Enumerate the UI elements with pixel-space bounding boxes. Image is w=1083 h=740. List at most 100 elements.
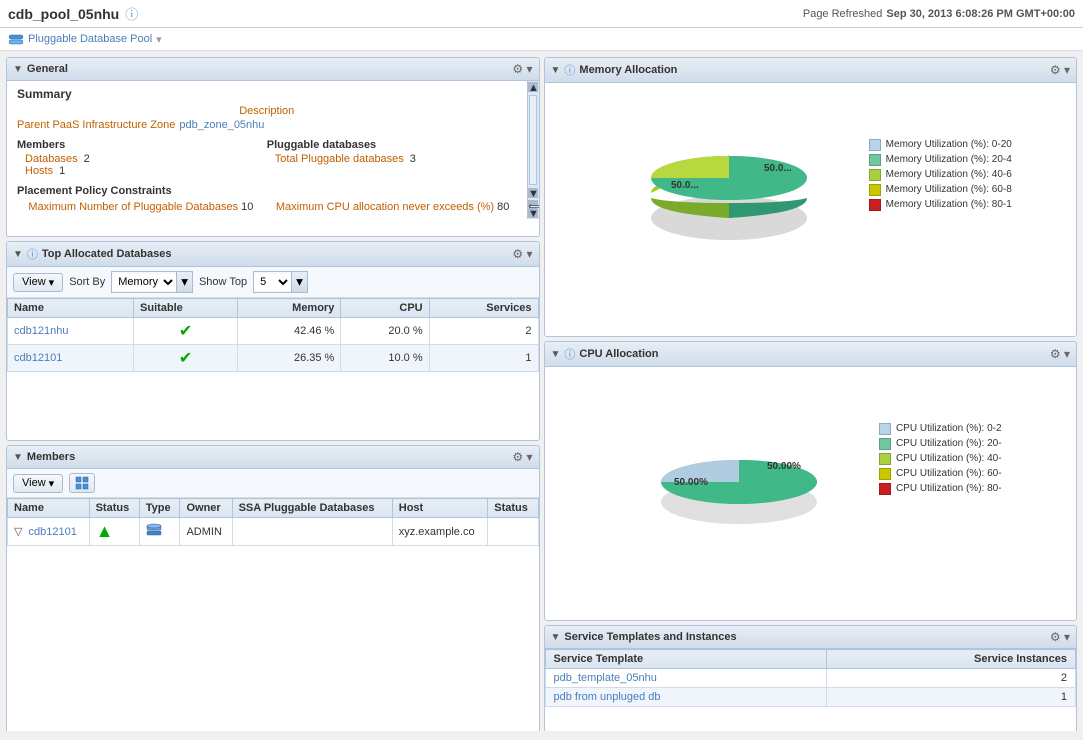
list-item: pdb from unpluged db 1 bbox=[545, 688, 1076, 707]
legend-item-0-20: Memory Utilization (%): 0-20 bbox=[869, 139, 1012, 151]
general-content: Summary Description Parent PaaS Infrastr… bbox=[7, 81, 527, 219]
cpu-allocation-panel: ▼ ⓘ CPU Allocation ⚙ ▾ bbox=[544, 341, 1078, 621]
sort-dropdown-btn[interactable]: ▾ bbox=[176, 272, 192, 292]
general-panel-header[interactable]: ▼ General ⚙ ▾ bbox=[7, 58, 539, 81]
list-item: pdb_template_05nhu 2 bbox=[545, 669, 1076, 688]
pluggable-label: Pluggable databases bbox=[267, 139, 517, 151]
members-col-type: Type bbox=[139, 499, 180, 518]
breadcrumb-row: Pluggable Database Pool ▾ bbox=[0, 28, 1083, 51]
col-name: Name bbox=[8, 299, 134, 318]
cpu-panel-title: CPU Allocation bbox=[579, 348, 658, 360]
cpu-legend-color-1 bbox=[879, 438, 891, 450]
max-cpu-block: Maximum CPU allocation never exceeds (%)… bbox=[269, 201, 517, 213]
cpu-legend-label-2: CPU Utilization (%): 40- bbox=[896, 453, 1002, 464]
legend-color-20-40 bbox=[869, 154, 881, 166]
members-col-status: Status bbox=[89, 499, 139, 518]
title-info-icon[interactable]: ⓘ bbox=[125, 4, 138, 23]
members-panel-header[interactable]: ▼ Members ⚙ ▾ bbox=[7, 446, 539, 469]
databases-label: Databases bbox=[25, 153, 78, 165]
hosts-value: 1 bbox=[59, 165, 65, 177]
service-template-link[interactable]: pdb_template_05nhu bbox=[554, 672, 657, 684]
member-type-cell bbox=[139, 518, 180, 546]
show-top-select[interactable]: 5 10 25 bbox=[254, 274, 291, 290]
members-panel-title: Members bbox=[27, 451, 75, 463]
breadcrumb-link[interactable]: Pluggable Database Pool bbox=[28, 33, 152, 45]
page-header: cdb_pool_05nhu ⓘ Page Refreshed Sep 30, … bbox=[0, 0, 1083, 28]
members-collapse-btn[interactable]: ▼ bbox=[13, 452, 23, 463]
service-templates-panel-header[interactable]: ▼ Service Templates and Instances ⚙ ▾ bbox=[545, 626, 1077, 649]
max-pluggable-block: Maximum Number of Pluggable Databases 10 bbox=[17, 201, 265, 213]
page-title: cdb_pool_05nhu bbox=[8, 6, 119, 22]
constraints-row: Maximum Number of Pluggable Databases 10… bbox=[17, 201, 517, 213]
cpu-gear-btn[interactable]: ⚙ ▾ bbox=[1050, 347, 1070, 361]
table-row: ▽ cdb12101 ▲ bbox=[8, 518, 539, 546]
general-collapse-btn[interactable]: ▼ bbox=[13, 64, 23, 75]
cpu-legend-item-1: CPU Utilization (%): 20- bbox=[879, 438, 1002, 450]
general-gear-btn[interactable]: ⚙ ▾ bbox=[512, 62, 532, 76]
cpu-panel-header[interactable]: ▼ ⓘ CPU Allocation ⚙ ▾ bbox=[545, 342, 1077, 367]
svg-text:50.00%: 50.00% bbox=[767, 461, 801, 472]
top-allocated-panel-header[interactable]: ▼ ⓘ Top Allocated Databases ⚙ ▾ bbox=[7, 242, 539, 267]
show-top-control: 5 10 25 ▾ bbox=[253, 271, 308, 293]
memory-chart-container: 50.0... 50.0... Memory Utilization (%): … bbox=[545, 83, 1077, 266]
cpu-legend-color-0 bbox=[879, 423, 891, 435]
view-btn[interactable]: View ▾ bbox=[13, 273, 63, 292]
service-collapse-btn[interactable]: ▼ bbox=[551, 632, 561, 643]
members-gear-btn[interactable]: ⚙ ▾ bbox=[512, 450, 532, 464]
general-scrollbar[interactable]: ▲ ▼ ⟺ ▼ bbox=[527, 81, 539, 219]
memory-panel-header[interactable]: ▼ ⓘ Memory Allocation ⚙ ▾ bbox=[545, 58, 1077, 83]
view-arrow: ▾ bbox=[49, 276, 55, 289]
service-gear-btn[interactable]: ⚙ ▾ bbox=[1050, 630, 1070, 644]
database-pool-icon bbox=[8, 31, 24, 47]
cpu-collapse-btn[interactable]: ▼ bbox=[551, 349, 561, 360]
memory-panel-title: Memory Allocation bbox=[579, 64, 677, 76]
databases-row: Databases 2 bbox=[17, 153, 267, 165]
db-name-cell: cdb121nhu bbox=[8, 318, 134, 345]
service-templates-panel-title: Service Templates and Instances bbox=[564, 631, 736, 643]
legend-color-40-60 bbox=[869, 169, 881, 181]
svg-text:50.0...: 50.0... bbox=[671, 180, 699, 191]
table-row: cdb12101 ✔ 26.35 % 10.0 % 1 bbox=[8, 345, 539, 372]
members-view-btn[interactable]: View ▾ bbox=[13, 474, 63, 493]
show-top-dropdown-btn[interactable]: ▾ bbox=[291, 272, 307, 292]
db-cpu-cell: 20.0 % bbox=[341, 318, 429, 345]
constraints-section: Placement Policy Constraints Maximum Num… bbox=[17, 185, 517, 213]
db-services-cell: 2 bbox=[429, 318, 538, 345]
members-view-arrow: ▾ bbox=[49, 477, 55, 490]
top-allocated-collapse-btn[interactable]: ▼ bbox=[13, 249, 23, 260]
legend-item-80-100: Memory Utilization (%): 80-1 bbox=[869, 199, 1012, 211]
total-pluggable-value: 3 bbox=[410, 153, 416, 165]
legend-label-0-20: Memory Utilization (%): 0-20 bbox=[886, 139, 1012, 150]
db-cpu-cell: 10.0 % bbox=[341, 345, 429, 372]
db-name-link[interactable]: cdb121nhu bbox=[14, 325, 68, 337]
description-link[interactable]: Description bbox=[17, 105, 517, 117]
member-status-cell: ▲ bbox=[89, 518, 139, 546]
memory-gear-btn[interactable]: ⚙ ▾ bbox=[1050, 63, 1070, 77]
legend-label-60-80: Memory Utilization (%): 60-8 bbox=[886, 184, 1012, 195]
service-template-link[interactable]: pdb from unpluged db bbox=[554, 691, 661, 703]
parent-zone-link[interactable]: pdb_zone_05nhu bbox=[179, 119, 264, 131]
cpu-legend-label-3: CPU Utilization (%): 60- bbox=[896, 468, 1002, 479]
members-col-owner: Owner bbox=[180, 499, 232, 518]
top-allocated-gear-btn[interactable]: ⚙ ▾ bbox=[512, 247, 532, 261]
member-owner-cell: ADMIN bbox=[180, 518, 232, 546]
top-allocated-info-icon: ⓘ bbox=[27, 246, 38, 262]
service-templates-panel: ▼ Service Templates and Instances ⚙ ▾ Se… bbox=[544, 625, 1078, 731]
member-name-link[interactable]: cdb12101 bbox=[29, 526, 77, 538]
col-services: Services bbox=[429, 299, 538, 318]
memory-collapse-btn[interactable]: ▼ bbox=[551, 65, 561, 76]
show-top-label: Show Top bbox=[199, 276, 247, 288]
db-name-link[interactable]: cdb12101 bbox=[14, 352, 62, 364]
members-grid-btn[interactable] bbox=[69, 473, 95, 493]
svg-text:50.0...: 50.0... bbox=[764, 163, 792, 174]
top-allocated-panel-title: Top Allocated Databases bbox=[42, 248, 172, 260]
member-host-cell: xyz.example.co bbox=[392, 518, 488, 546]
sort-by-select[interactable]: Memory CPU bbox=[112, 274, 176, 290]
hosts-label: Hosts bbox=[25, 165, 53, 177]
cpu-legend-item-4: CPU Utilization (%): 80- bbox=[879, 483, 1002, 495]
db-memory-cell: 26.35 % bbox=[238, 345, 341, 372]
cpu-legend-color-3 bbox=[879, 468, 891, 480]
memory-legend: Memory Utilization (%): 0-20 Memory Util… bbox=[869, 139, 1012, 211]
memory-pie-chart: 50.0... 50.0... bbox=[609, 93, 849, 256]
col-suitable: Suitable bbox=[134, 299, 238, 318]
